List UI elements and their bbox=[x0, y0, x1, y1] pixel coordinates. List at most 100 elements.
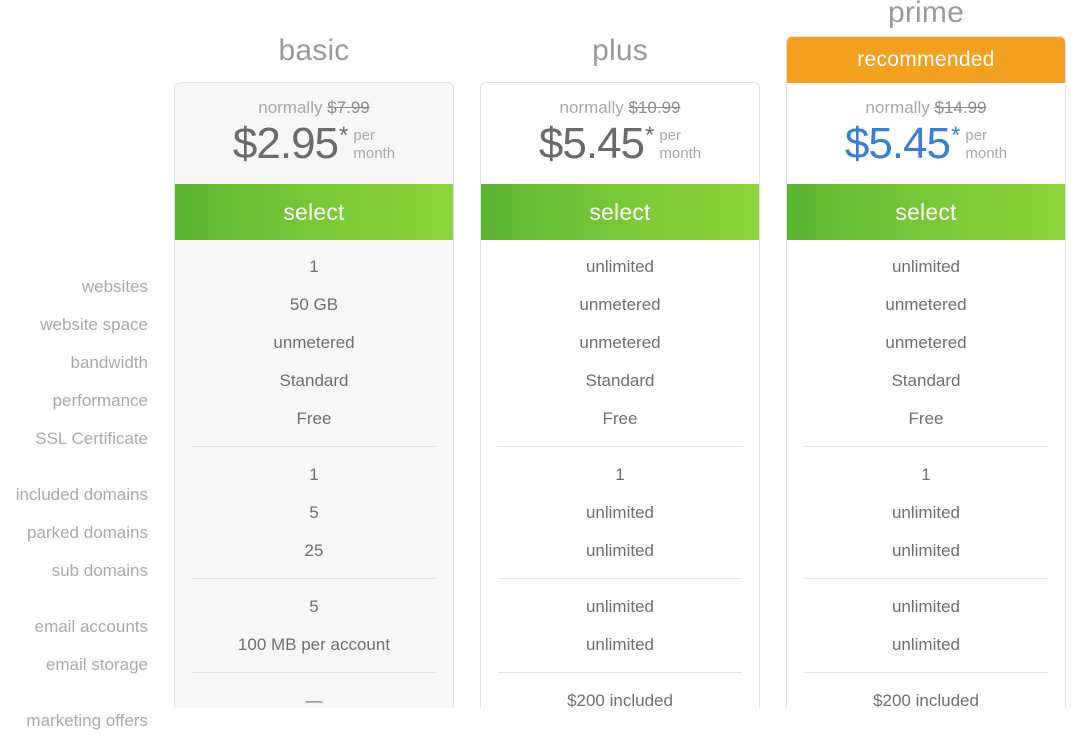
feature-value-included-domains-plus: 1 bbox=[481, 456, 759, 494]
current-price-line-basic: $2.95 * per month bbox=[175, 121, 453, 167]
month-label: month bbox=[353, 145, 395, 162]
price-block-plus: normally $10.99 $5.45 * per month bbox=[481, 83, 759, 184]
feature-value-parked-domains-prime: unlimited bbox=[787, 494, 1065, 532]
feature-value-websites-prime: unlimited bbox=[787, 248, 1065, 286]
feature-label-bandwidth: bandwidth bbox=[0, 344, 158, 382]
label-group-gap bbox=[0, 590, 158, 608]
feature-value-email-accounts-prime: unlimited bbox=[787, 588, 1065, 626]
regular-price-basic: $7.99 bbox=[327, 98, 370, 117]
feature-value-email-storage-plus: unlimited bbox=[481, 626, 759, 664]
feature-value-ssl-certificate-prime: Free bbox=[787, 400, 1065, 438]
per-month-prime: per month bbox=[965, 127, 1007, 163]
per-month-plus: per month bbox=[659, 127, 701, 163]
price-asterisk-plus: * bbox=[645, 121, 654, 151]
feature-value-parked-domains-plus: unlimited bbox=[481, 494, 759, 532]
feature-label-email-storage: email storage bbox=[0, 646, 158, 684]
normally-label: normally bbox=[866, 98, 930, 117]
feature-value-website-space-prime: unmetered bbox=[787, 286, 1065, 324]
feature-value-email-storage-prime: unlimited bbox=[787, 626, 1065, 664]
feature-value-included-domains-basic: 1 bbox=[175, 456, 453, 494]
features-prime: unlimited unmetered unmetered Standard F… bbox=[787, 240, 1065, 708]
feature-value-bandwidth-prime: unmetered bbox=[787, 324, 1065, 362]
plan-card-prime: recommended normally $14.99 $5.45 * per … bbox=[786, 36, 1066, 708]
current-price-prime: $5.45 bbox=[845, 121, 950, 167]
plan-title-basic: basic bbox=[174, 32, 454, 70]
month-label: month bbox=[659, 145, 701, 162]
normally-price-basic: normally $7.99 bbox=[175, 97, 453, 119]
feature-value-websites-basic: 1 bbox=[175, 248, 453, 286]
feature-group-divider bbox=[804, 446, 1048, 447]
feature-value-email-accounts-plus: unlimited bbox=[481, 588, 759, 626]
current-price-line-plus: $5.45 * per month bbox=[481, 121, 759, 167]
plan-card-plus: normally $10.99 $5.45 * per month select bbox=[480, 82, 760, 708]
feature-label-sub-domains: sub domains bbox=[0, 552, 158, 590]
normally-label: normally bbox=[560, 98, 624, 117]
feature-value-sub-domains-basic: 25 bbox=[175, 532, 453, 570]
normally-price-prime: normally $14.99 bbox=[787, 97, 1065, 119]
features-plus: unlimited unmetered unmetered Standard F… bbox=[481, 240, 759, 708]
price-block-basic: normally $7.99 $2.95 * per month bbox=[175, 83, 453, 184]
feature-value-websites-plus: unlimited bbox=[481, 248, 759, 286]
features-basic: 1 50 GB unmetered Standard Free 1 5 25 5… bbox=[175, 240, 453, 708]
price-asterisk-prime: * bbox=[951, 121, 960, 151]
feature-value-website-space-plus: unmetered bbox=[481, 286, 759, 324]
plan-title-plus: plus bbox=[480, 32, 760, 70]
feature-value-ssl-certificate-basic: Free bbox=[175, 400, 453, 438]
per-label: per bbox=[965, 127, 987, 144]
feature-value-performance-prime: Standard bbox=[787, 362, 1065, 400]
normally-label: normally bbox=[258, 98, 322, 117]
feature-value-performance-plus: Standard bbox=[481, 362, 759, 400]
label-column-spacer bbox=[0, 0, 158, 268]
month-label: month bbox=[965, 145, 1007, 162]
per-month-basic: per month bbox=[353, 127, 395, 163]
feature-group-divider bbox=[192, 578, 436, 579]
feature-value-email-storage-basic: 100 MB per account bbox=[175, 626, 453, 664]
per-label: per bbox=[659, 127, 681, 144]
feature-value-email-accounts-basic: 5 bbox=[175, 588, 453, 626]
select-button-prime[interactable]: select bbox=[787, 184, 1065, 240]
current-price-basic: $2.95 bbox=[233, 121, 338, 167]
pricing-table: websites website space bandwidth perform… bbox=[0, 0, 1071, 708]
feature-group-divider bbox=[498, 672, 742, 673]
feature-value-performance-basic: Standard bbox=[175, 362, 453, 400]
pricing-columns: websites website space bandwidth perform… bbox=[0, 0, 1071, 708]
recommended-badge: recommended bbox=[787, 37, 1065, 83]
plan-card-basic: normally $7.99 $2.95 * per month select … bbox=[174, 82, 454, 708]
feature-value-website-space-basic: 50 GB bbox=[175, 286, 453, 324]
feature-label-column: websites website space bandwidth perform… bbox=[0, 0, 158, 740]
feature-value-included-domains-prime: 1 bbox=[787, 456, 1065, 494]
feature-label-included-domains: included domains bbox=[0, 476, 158, 514]
feature-label-website-space: website space bbox=[0, 306, 158, 344]
feature-value-parked-domains-basic: 5 bbox=[175, 494, 453, 532]
per-label: per bbox=[353, 127, 375, 144]
feature-value-marketing-offers-plus: $200 included bbox=[481, 682, 759, 708]
label-group-gap bbox=[0, 684, 158, 702]
feature-value-bandwidth-basic: unmetered bbox=[175, 324, 453, 362]
price-asterisk-basic: * bbox=[339, 121, 348, 151]
feature-group-divider bbox=[804, 672, 1048, 673]
regular-price-plus: $10.99 bbox=[628, 98, 680, 117]
label-group-gap bbox=[0, 458, 158, 476]
feature-group-divider bbox=[804, 578, 1048, 579]
regular-price-prime: $14.99 bbox=[934, 98, 986, 117]
price-block-prime: normally $14.99 $5.45 * per month bbox=[787, 83, 1065, 184]
feature-group-divider bbox=[498, 446, 742, 447]
feature-value-sub-domains-prime: unlimited bbox=[787, 532, 1065, 570]
feature-value-marketing-offers-basic: — bbox=[175, 682, 453, 708]
normally-price-plus: normally $10.99 bbox=[481, 97, 759, 119]
feature-group-divider bbox=[498, 578, 742, 579]
feature-group-divider bbox=[192, 672, 436, 673]
feature-value-ssl-certificate-plus: Free bbox=[481, 400, 759, 438]
feature-label-performance: performance bbox=[0, 382, 158, 420]
feature-label-parked-domains: parked domains bbox=[0, 514, 158, 552]
feature-label-email-accounts: email accounts bbox=[0, 608, 158, 646]
feature-group-divider bbox=[192, 446, 436, 447]
select-button-plus[interactable]: select bbox=[481, 184, 759, 240]
current-price-line-prime: $5.45 * per month bbox=[787, 121, 1065, 167]
feature-label-ssl-certificate: SSL Certificate bbox=[0, 420, 158, 458]
feature-label-websites: websites bbox=[0, 268, 158, 306]
feature-value-marketing-offers-prime: $200 included bbox=[787, 682, 1065, 708]
feature-value-sub-domains-plus: unlimited bbox=[481, 532, 759, 570]
plan-title-prime: prime bbox=[786, 0, 1066, 32]
select-button-basic[interactable]: select bbox=[175, 184, 453, 240]
